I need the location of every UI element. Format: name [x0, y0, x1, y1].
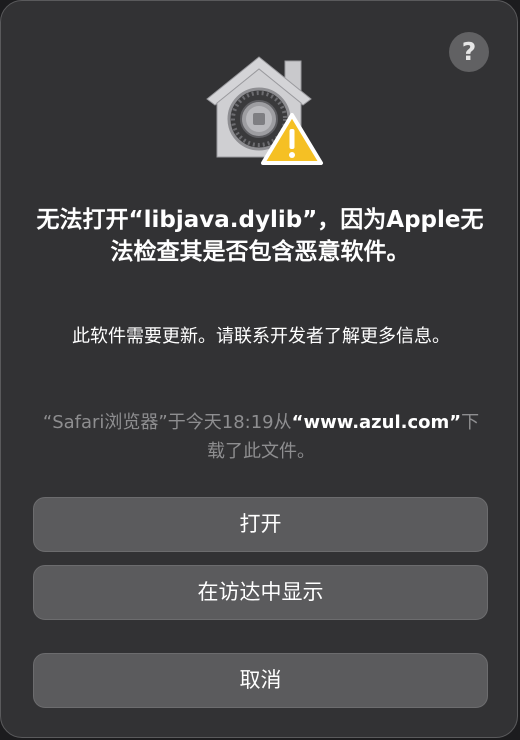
show-in-finder-button-label: 在访达中显示	[197, 580, 324, 604]
help-button[interactable]: ?	[449, 32, 489, 72]
source-prefix: “Safari浏览器”于今天18:19从	[42, 412, 292, 433]
open-button[interactable]: 打开	[33, 497, 488, 552]
gatekeeper-alert-dialog: ? 无法打开“libjava.dylib”，因为Apple无法检查其是否包含恶意…	[0, 0, 518, 738]
open-button-label: 打开	[239, 512, 282, 536]
cancel-button[interactable]: 取消	[33, 653, 488, 708]
alert-message: 此软件需要更新。请联系开发者了解更多信息。	[72, 326, 450, 347]
help-icon: ?	[461, 37, 477, 66]
alert-title: 无法打开“libjava.dylib”，因为Apple无法检查其是否包含恶意软件…	[36, 207, 484, 265]
gatekeeper-security-icon	[206, 56, 323, 165]
show-in-finder-button[interactable]: 在访达中显示	[33, 565, 488, 620]
source-domain: “www.azul.com”	[291, 412, 462, 433]
download-source-info: “Safari浏览器”于今天18:19从“www.azul.com”下载了此文件…	[41, 408, 481, 466]
cancel-button-label: 取消	[239, 668, 282, 692]
